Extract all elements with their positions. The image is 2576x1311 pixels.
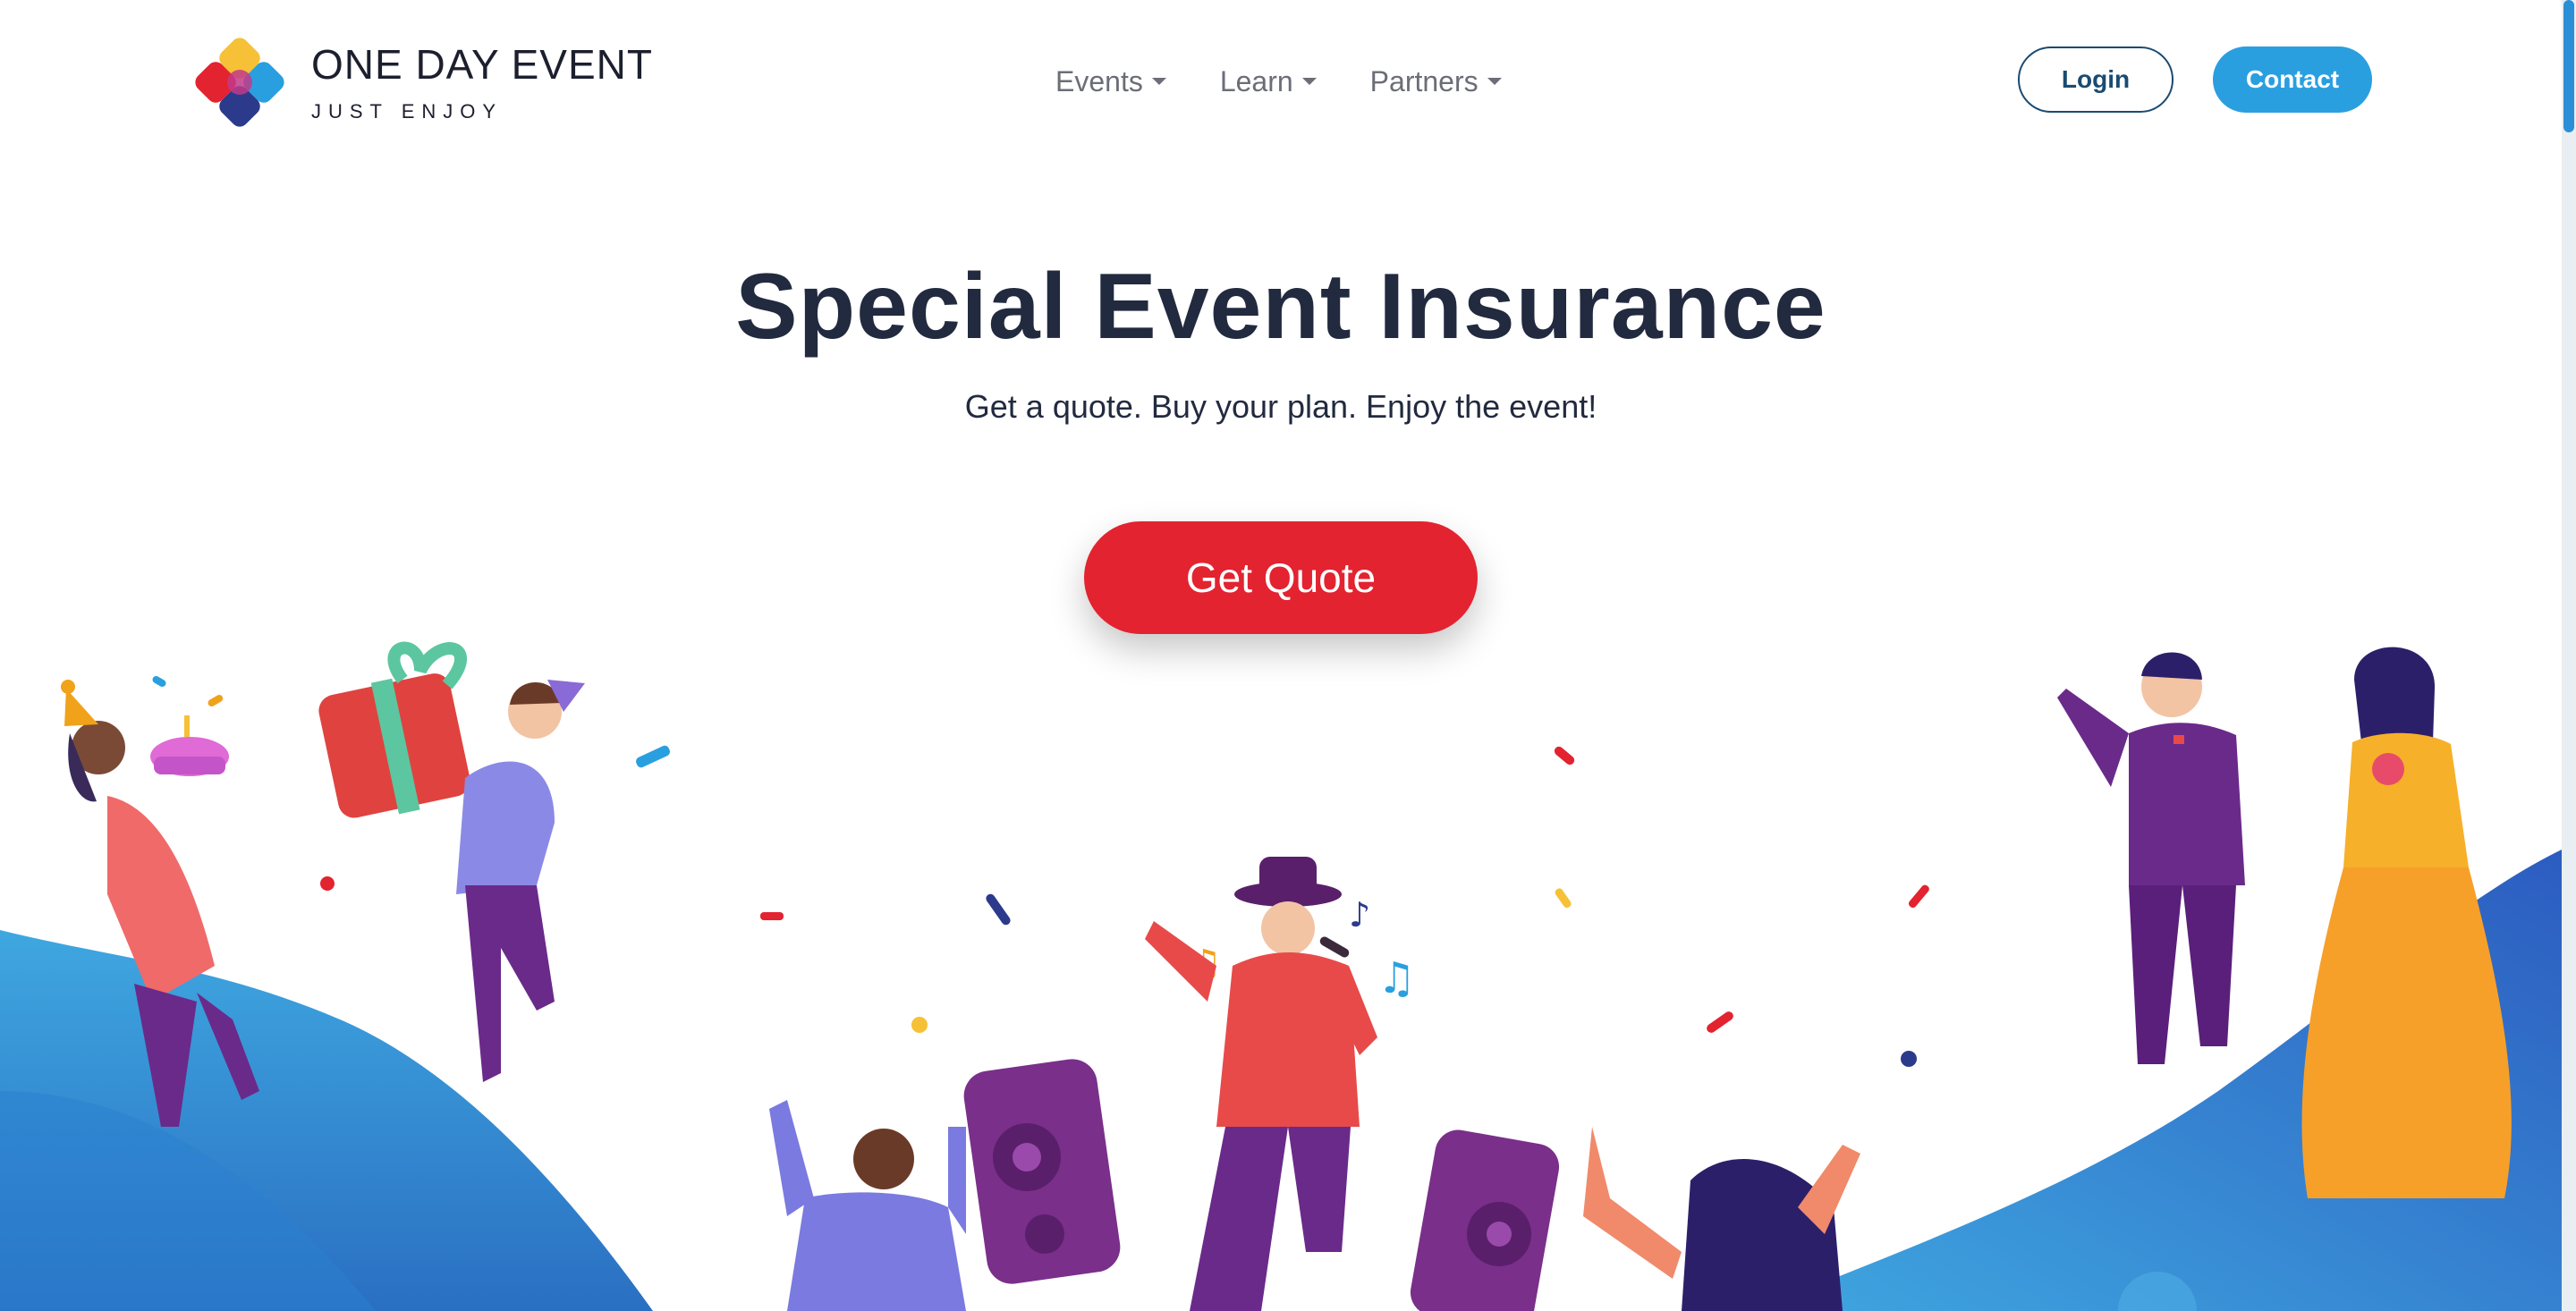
audience-member	[769, 1100, 966, 1311]
man-in-suit	[2057, 652, 2245, 1064]
nav-item-label: Learn	[1219, 64, 1293, 97]
brand-logo[interactable]: ONE DAY EVENT JUST ENJOY	[190, 30, 691, 134]
svg-text:♫: ♫	[1377, 953, 1416, 1003]
svg-text:♪: ♪	[1349, 895, 1370, 935]
person-with-gift	[318, 641, 585, 1082]
main-nav: Events Learn Partners	[1055, 57, 1555, 106]
page: ONE DAY EVENT JUST ENJOY Events Learn Pa…	[0, 0, 2562, 1311]
caret-down-icon	[1151, 78, 1166, 85]
login-button[interactable]: Login	[2018, 47, 2174, 113]
speaker-icon	[1410, 1129, 1560, 1311]
nav-item-partners[interactable]: Partners	[1370, 65, 1502, 98]
logo-text: ONE DAY EVENT JUST ENJOY	[311, 41, 653, 123]
site-header: ONE DAY EVENT JUST ENJOY Events Learn Pa…	[0, 0, 2562, 163]
scrollbar-track[interactable]	[2562, 0, 2576, 1311]
get-quote-button[interactable]: Get Quote	[1084, 521, 1478, 634]
audience-member	[1583, 1127, 1860, 1311]
caret-down-icon	[1301, 78, 1317, 85]
party-people-illustration: ♫ ♪ ♫	[0, 641, 2562, 1311]
hero-subtitle: Get a quote. Buy your plan. Enjoy the ev…	[964, 388, 1597, 425]
contact-button[interactable]: Contact	[2213, 47, 2372, 113]
brand-tagline: JUST ENJOY	[311, 100, 504, 123]
page-title: Special Event Insurance	[735, 255, 1826, 359]
caret-down-icon	[1487, 78, 1502, 85]
woman-in-gown	[2301, 647, 2512, 1198]
singer	[1145, 857, 1377, 1311]
nav-item-learn[interactable]: Learn	[1220, 65, 1317, 98]
nav-item-label: Events	[1055, 64, 1143, 97]
nav-item-label: Partners	[1369, 64, 1479, 97]
nav-item-events[interactable]: Events	[1055, 65, 1166, 98]
brand-name: ONE DAY EVENT	[311, 41, 653, 88]
logo-icon	[195, 38, 284, 127]
scrollbar-thumb[interactable]	[2563, 0, 2574, 132]
speaker-icon	[963, 1059, 1121, 1284]
